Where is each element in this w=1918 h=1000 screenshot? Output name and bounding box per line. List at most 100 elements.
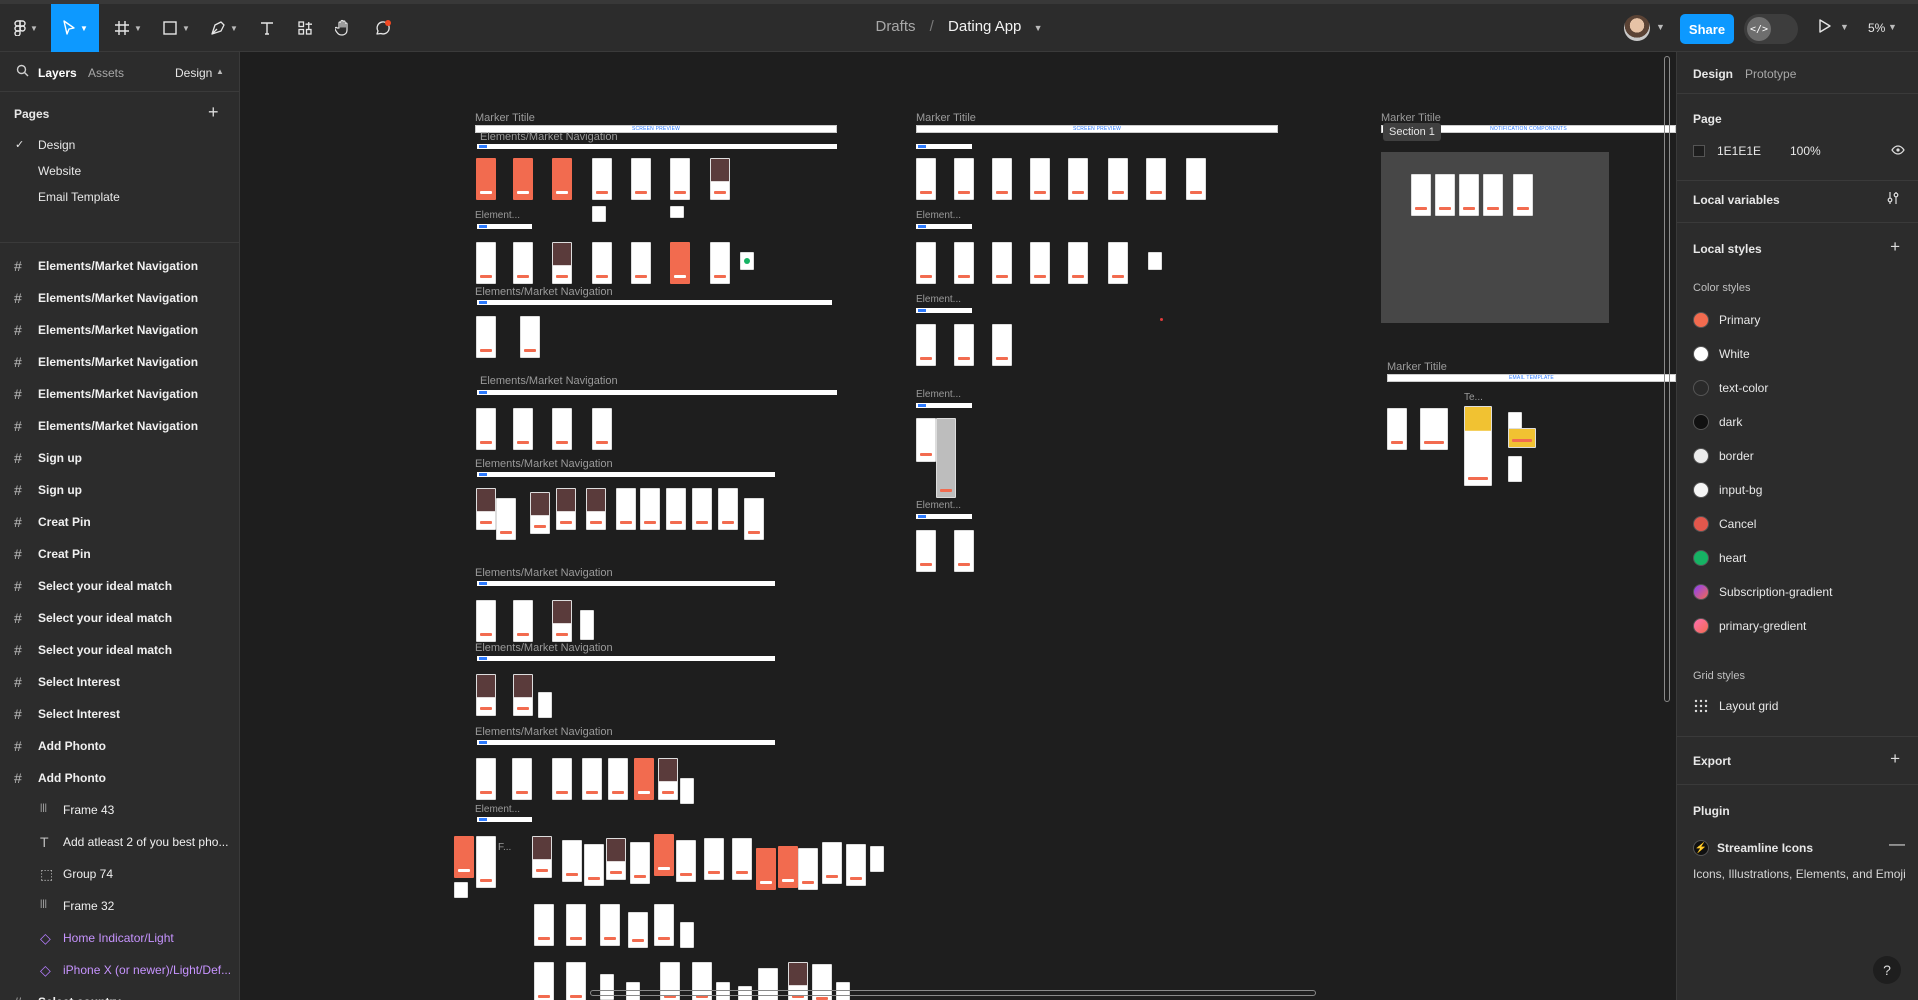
notification-screen[interactable] bbox=[1459, 174, 1479, 216]
app-screen[interactable] bbox=[538, 692, 552, 718]
notification-screen[interactable] bbox=[1513, 174, 1533, 216]
app-screen[interactable] bbox=[600, 974, 614, 1000]
layer-row[interactable]: T Add atleast 2 of you best pho... bbox=[0, 826, 239, 858]
frame-title[interactable]: Elements/Market Navigation bbox=[475, 726, 613, 738]
app-screen[interactable] bbox=[513, 158, 533, 200]
app-screen[interactable] bbox=[954, 158, 974, 200]
eye-icon[interactable] bbox=[1891, 143, 1905, 158]
app-screen[interactable] bbox=[476, 836, 496, 888]
section-title[interactable]: Marker Titile bbox=[1387, 361, 1447, 373]
app-screen[interactable] bbox=[692, 488, 712, 530]
app-screen[interactable] bbox=[916, 242, 936, 284]
frame-title[interactable]: Te... bbox=[1464, 392, 1483, 403]
tab-design[interactable]: Design bbox=[1693, 67, 1733, 81]
frame-title[interactable]: Element... bbox=[916, 210, 961, 221]
section-banner[interactable]: SCREEN PREVIEW bbox=[916, 125, 1278, 133]
email-screen[interactable] bbox=[1420, 408, 1448, 450]
layer-row[interactable]: # Sign up bbox=[0, 474, 239, 506]
app-screen[interactable] bbox=[658, 758, 678, 800]
local-variables[interactable]: Local variables bbox=[1693, 193, 1780, 207]
help-button[interactable]: ? bbox=[1873, 956, 1901, 984]
layer-row[interactable]: # Sign up bbox=[0, 442, 239, 474]
app-screen[interactable] bbox=[580, 610, 594, 640]
app-screen[interactable] bbox=[631, 158, 651, 200]
app-screen[interactable] bbox=[992, 158, 1012, 200]
file-name[interactable]: Dating App bbox=[948, 18, 1021, 35]
tab-assets[interactable]: Assets bbox=[88, 66, 124, 80]
app-screen[interactable] bbox=[634, 758, 654, 800]
app-screen[interactable] bbox=[954, 530, 974, 572]
layer-row[interactable]: # Creat Pin bbox=[0, 506, 239, 538]
layer-row[interactable]: # Select country bbox=[0, 986, 239, 1000]
notification-screen[interactable] bbox=[1411, 174, 1431, 216]
notification-screen[interactable] bbox=[1483, 174, 1503, 216]
frame-title[interactable]: Element... bbox=[916, 294, 961, 305]
app-screen[interactable] bbox=[552, 758, 572, 800]
app-screen[interactable] bbox=[732, 838, 752, 880]
layer-row[interactable]: ||| Frame 32 bbox=[0, 890, 239, 922]
app-screen[interactable] bbox=[552, 158, 572, 200]
minus-icon[interactable]: — bbox=[1889, 836, 1905, 854]
app-screen[interactable] bbox=[1186, 158, 1206, 200]
avatar[interactable] bbox=[1624, 15, 1650, 41]
app-screen[interactable] bbox=[1148, 252, 1162, 270]
app-screen[interactable] bbox=[992, 242, 1012, 284]
resources-button[interactable] bbox=[290, 8, 320, 48]
chevron-down-icon[interactable]: ▼ bbox=[1840, 22, 1849, 32]
page-item-design[interactable]: ✓ Design bbox=[0, 132, 239, 158]
dev-mode-toggle[interactable]: </> bbox=[1744, 14, 1798, 44]
email-screen[interactable] bbox=[1464, 406, 1492, 486]
chevron-down-icon[interactable]: ▼ bbox=[1888, 22, 1897, 32]
frame-tool-button[interactable]: ▼ bbox=[108, 8, 148, 48]
app-screen[interactable] bbox=[512, 758, 532, 800]
app-screen[interactable] bbox=[1030, 158, 1050, 200]
frame-title[interactable]: Element... bbox=[475, 804, 520, 815]
layer-row[interactable]: ◇ Home Indicator/Light bbox=[0, 922, 239, 954]
app-screen[interactable] bbox=[476, 242, 496, 284]
layer-row[interactable]: # Select your ideal match bbox=[0, 602, 239, 634]
section-title[interactable]: Marker Titile bbox=[916, 112, 976, 124]
layer-row[interactable]: # Select your ideal match bbox=[0, 570, 239, 602]
frame-title[interactable]: Elements/Market Navigation bbox=[475, 286, 613, 298]
app-screen[interactable] bbox=[552, 408, 572, 450]
zoom-level[interactable]: 5% bbox=[1868, 21, 1885, 35]
add-style-plus-icon[interactable]: + bbox=[1890, 237, 1900, 257]
app-screen[interactable] bbox=[670, 242, 690, 284]
app-screen[interactable] bbox=[534, 904, 554, 946]
app-screen[interactable] bbox=[476, 316, 496, 358]
breadcrumb-drafts[interactable]: Drafts bbox=[875, 18, 915, 35]
page-bg-opacity[interactable]: 100% bbox=[1790, 144, 1821, 158]
frame-title[interactable]: F... bbox=[498, 842, 511, 853]
layer-row[interactable]: # Select Interest bbox=[0, 666, 239, 698]
vertical-scrollbar[interactable] bbox=[1664, 56, 1670, 702]
layer-row[interactable]: # Elements/Market Navigation bbox=[0, 378, 239, 410]
app-screen[interactable] bbox=[630, 842, 650, 884]
email-screen[interactable] bbox=[1508, 428, 1536, 448]
app-screen[interactable] bbox=[476, 758, 496, 800]
horizontal-scrollbar[interactable] bbox=[590, 990, 1316, 996]
app-screen[interactable] bbox=[916, 324, 936, 366]
page-item-email-template[interactable]: Email Template bbox=[0, 184, 239, 210]
app-screen[interactable] bbox=[954, 324, 974, 366]
app-screen[interactable] bbox=[666, 488, 686, 530]
app-screen[interactable] bbox=[936, 418, 956, 498]
page-item-website[interactable]: Website bbox=[0, 158, 239, 184]
app-screen[interactable] bbox=[1108, 158, 1128, 200]
app-screen[interactable] bbox=[710, 242, 730, 284]
app-screen[interactable] bbox=[916, 418, 936, 462]
chevron-down-icon[interactable]: ▼ bbox=[1034, 23, 1043, 33]
chevron-down-icon[interactable]: ▼ bbox=[1656, 22, 1665, 32]
search-icon[interactable] bbox=[16, 64, 29, 80]
app-screen[interactable] bbox=[916, 158, 936, 200]
app-screen[interactable] bbox=[1108, 242, 1128, 284]
layer-row[interactable]: # Elements/Market Navigation bbox=[0, 282, 239, 314]
app-screen[interactable] bbox=[513, 674, 533, 716]
email-screen[interactable] bbox=[1508, 456, 1522, 482]
app-screen[interactable] bbox=[566, 904, 586, 946]
pen-tool-button[interactable]: ▼ bbox=[204, 8, 244, 48]
canvas[interactable]: Marker Titile SCREEN PREVIEW Elements/Ma… bbox=[240, 52, 1676, 1000]
move-tool-button[interactable]: ▼ bbox=[51, 4, 99, 52]
app-screen[interactable] bbox=[654, 904, 674, 946]
app-screen[interactable] bbox=[566, 962, 586, 1000]
frame-title[interactable]: Elements/Market Navigation bbox=[475, 567, 613, 579]
